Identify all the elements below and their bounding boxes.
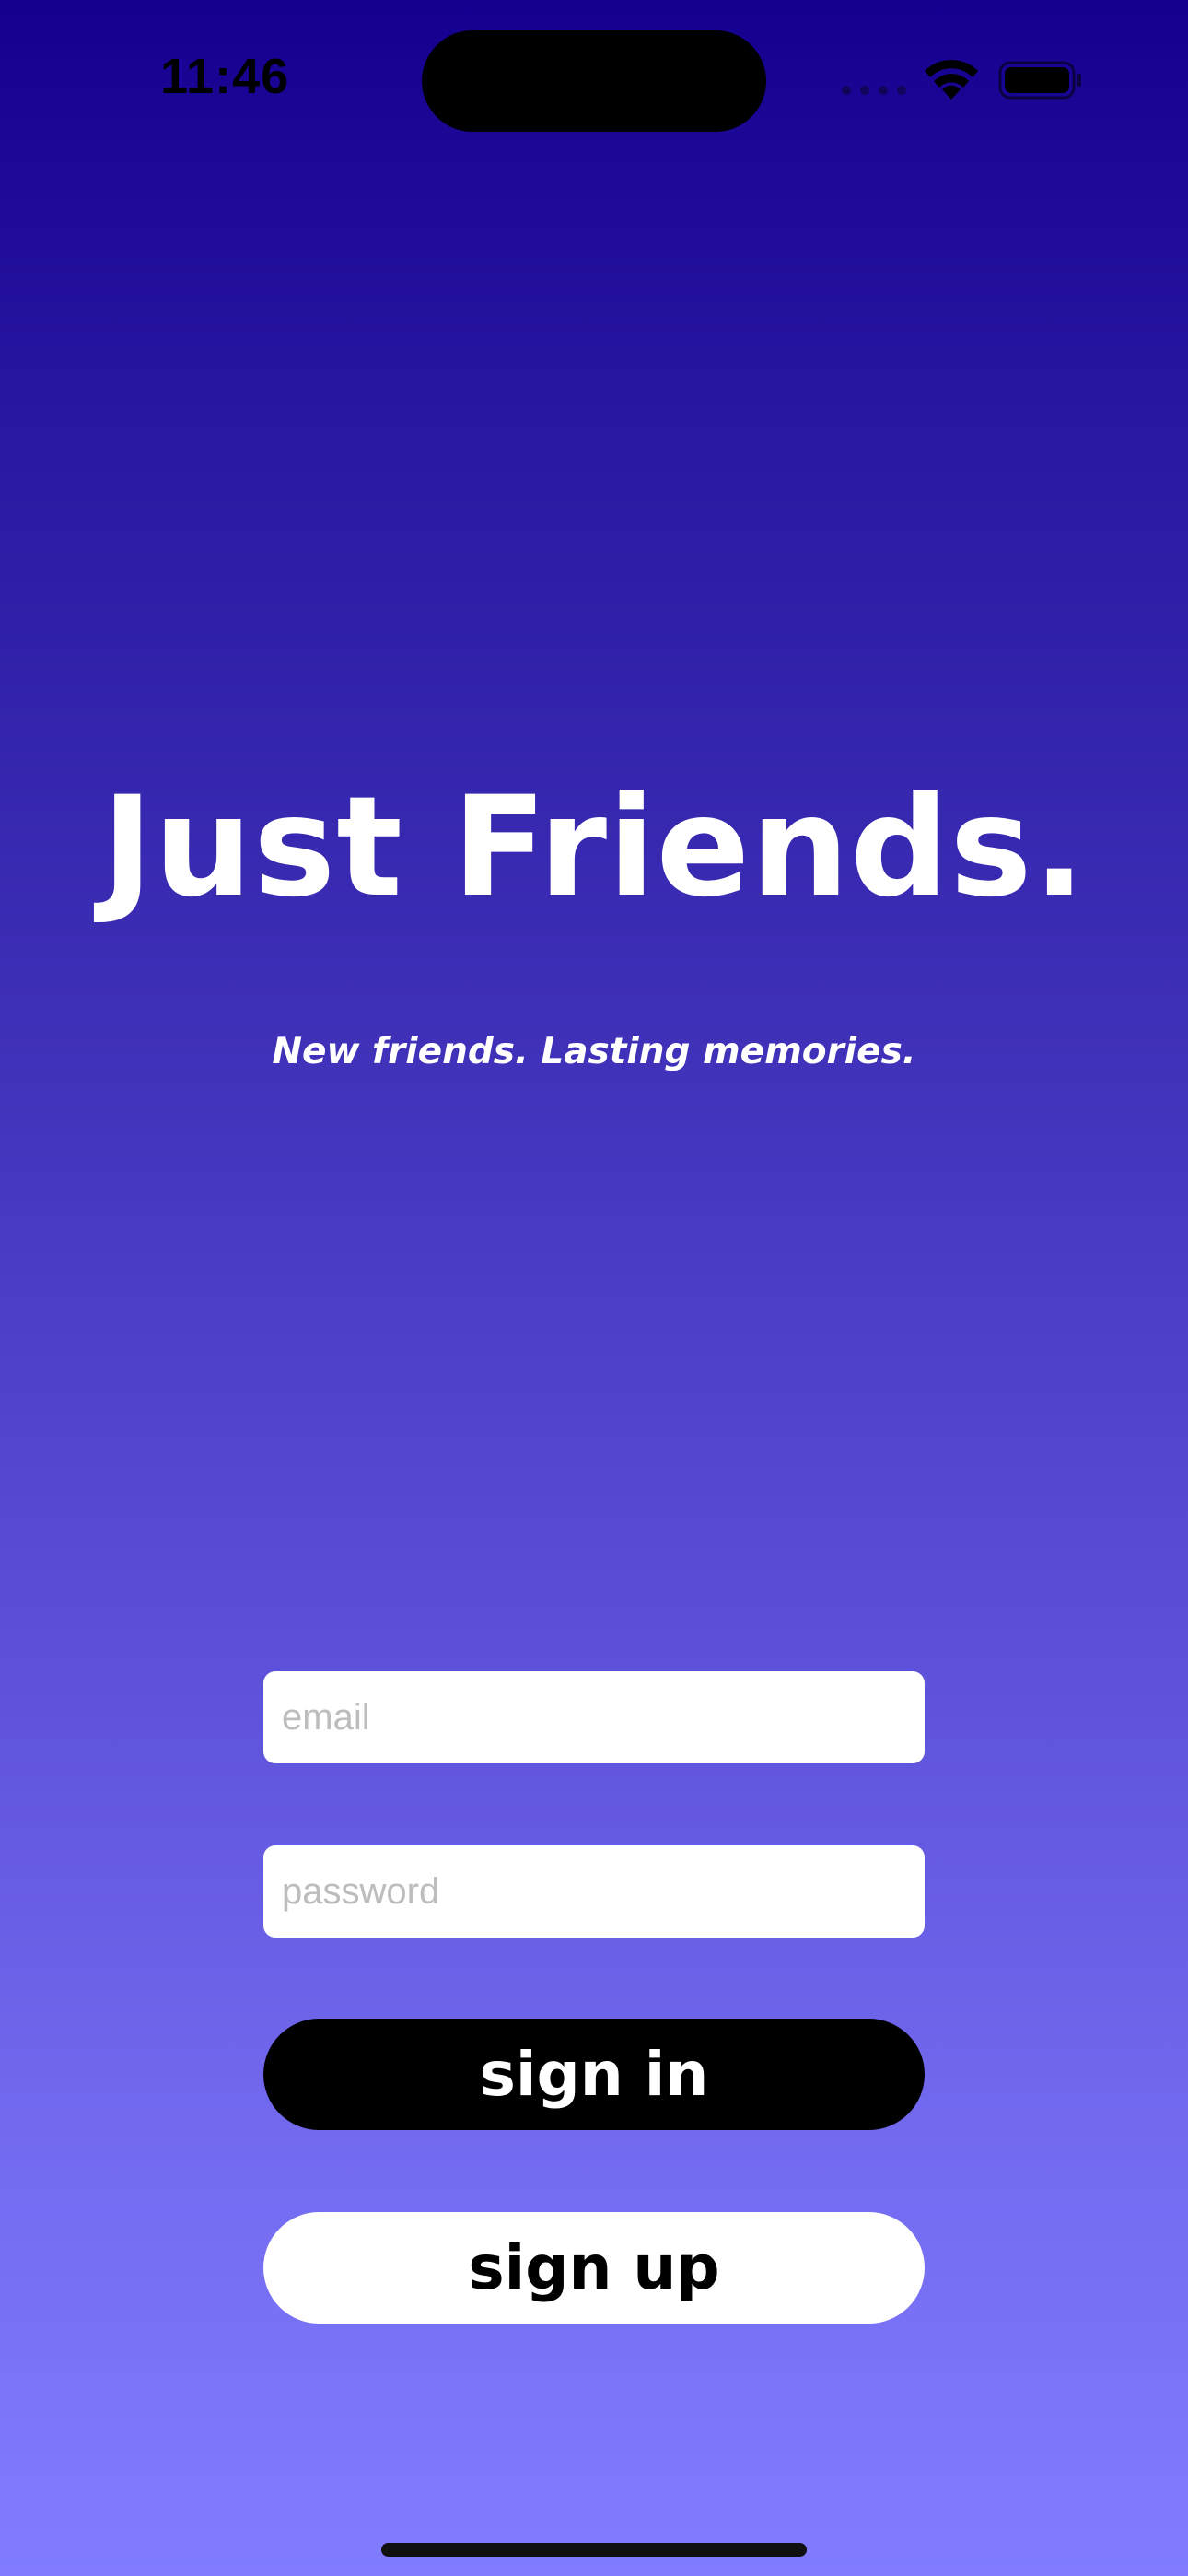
home-indicator[interactable] xyxy=(381,2543,807,2557)
cellular-signal-icon xyxy=(842,86,906,95)
app-tagline: New friends. Lasting memories. xyxy=(272,1031,916,1072)
email-field[interactable] xyxy=(263,1671,925,1763)
password-field[interactable] xyxy=(263,1845,925,1938)
sign-in-button[interactable]: sign in xyxy=(263,2019,925,2130)
sign-up-button[interactable]: sign up xyxy=(263,2212,925,2324)
dynamic-island xyxy=(422,30,766,132)
app-title: Just Friends. xyxy=(101,767,1087,928)
status-time: 11:46 xyxy=(160,49,290,104)
status-bar: 11:46 xyxy=(0,0,1188,157)
wifi-icon xyxy=(925,59,978,100)
battery-icon xyxy=(998,61,1081,100)
